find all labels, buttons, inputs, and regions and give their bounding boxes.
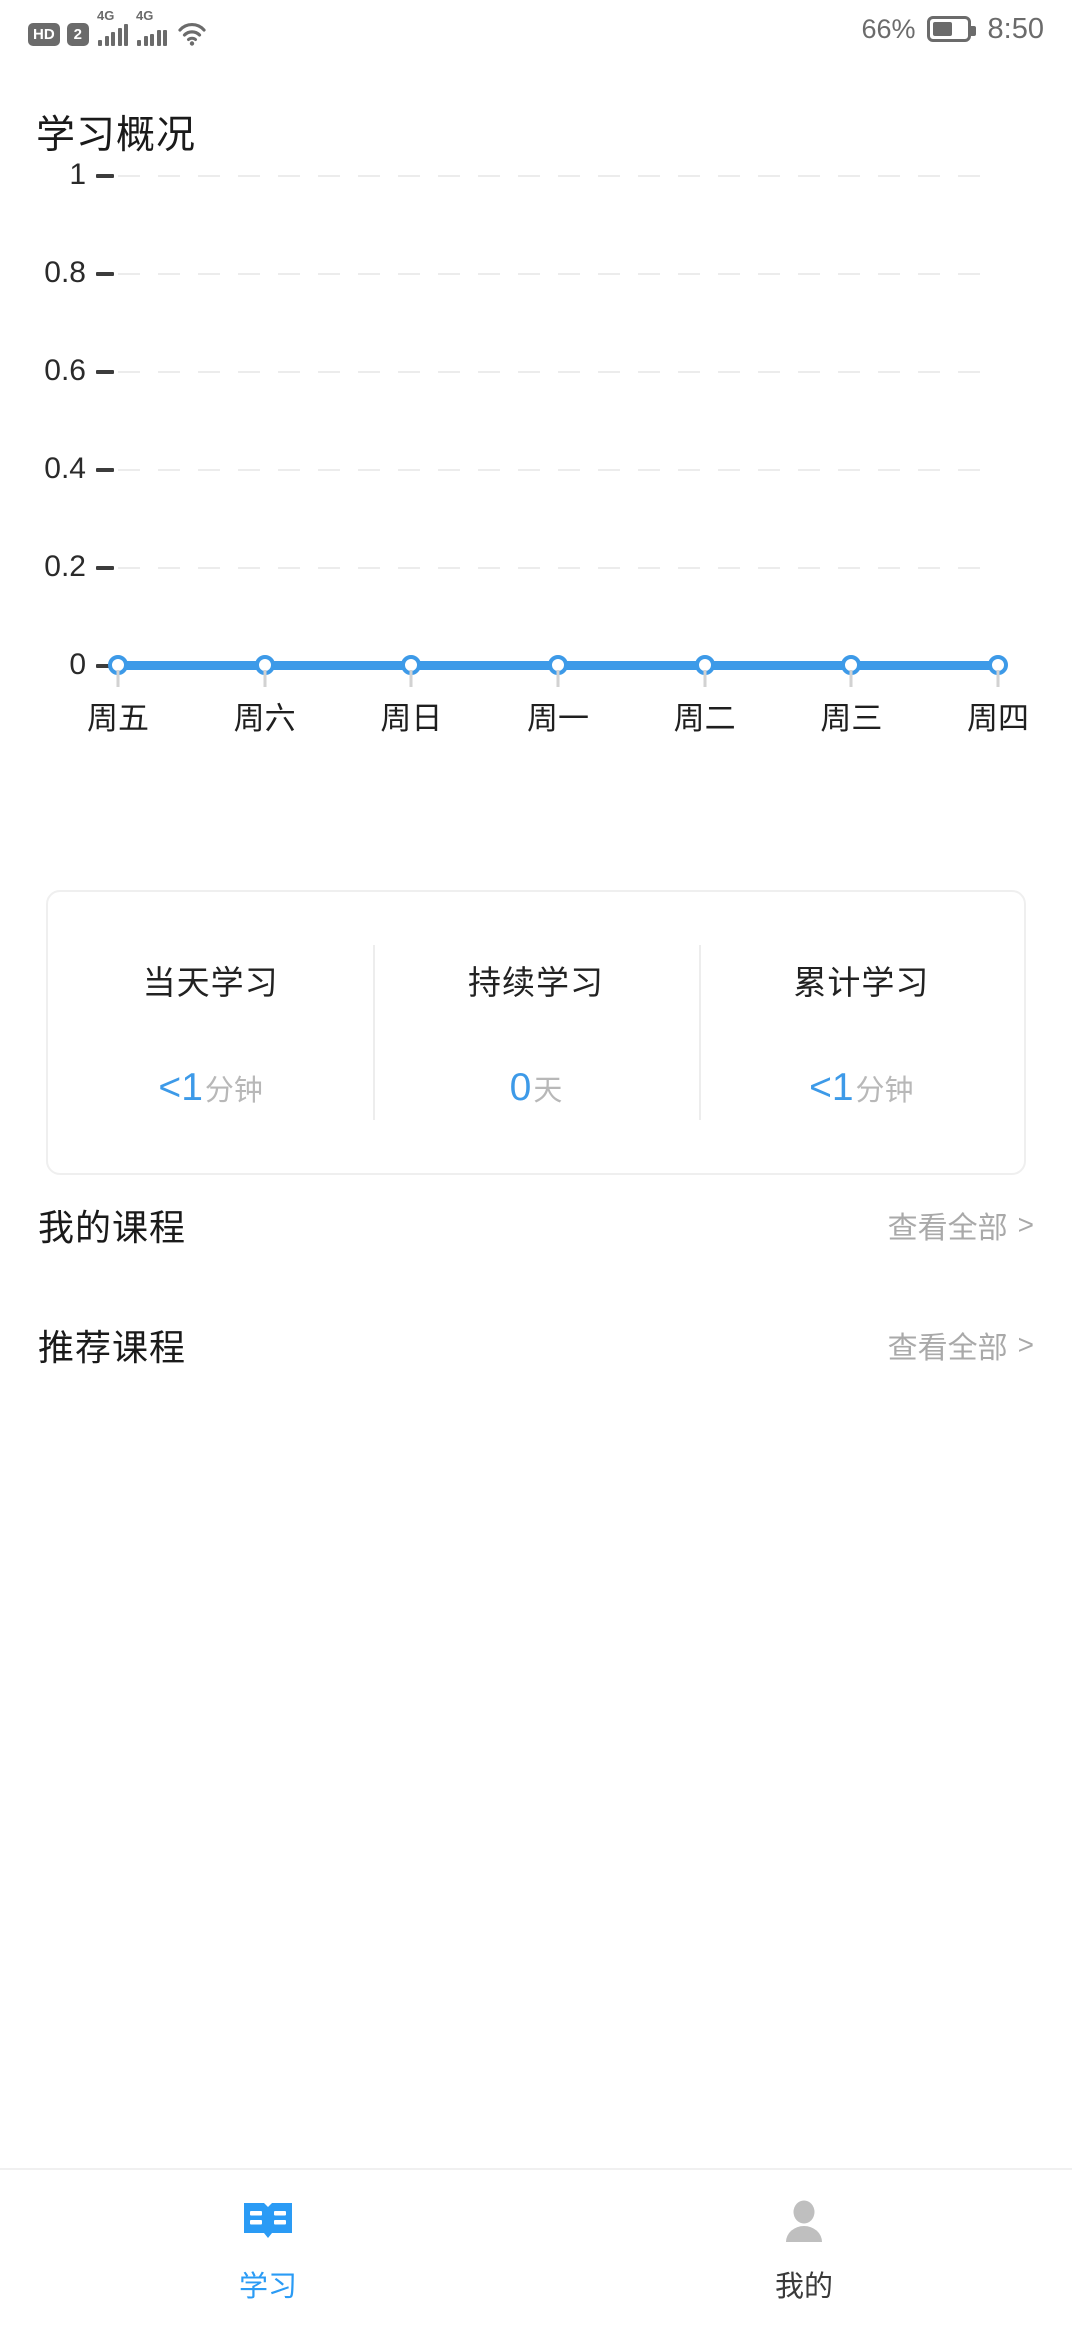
stat-today: 当天学习 <1 分钟: [48, 945, 373, 1120]
x-axis-tick: [263, 670, 267, 687]
section-recommended-courses[interactable]: 推荐课程 查看全部 >: [0, 1315, 1072, 1375]
stat-number: 0: [509, 1065, 532, 1109]
x-axis-label: 周四: [967, 701, 1029, 736]
y-axis-tick: [96, 566, 114, 570]
sim-badge: 2: [66, 23, 90, 46]
tab-study[interactable]: 学习: [0, 2197, 536, 2305]
network-type-label-2: 4G: [136, 8, 154, 23]
page-title: 学习概况: [36, 114, 197, 157]
x-axis-label: 周一: [527, 701, 589, 736]
stat-value: <1 分钟: [809, 1066, 913, 1110]
bottom-tab-bar: 学习 我的: [0, 2168, 1072, 2332]
study-stats-card: 当天学习 <1 分钟 持续学习 0天 累计学习 <1 分钟: [46, 890, 1026, 1175]
battery-percent-label: 66%: [861, 13, 916, 44]
status-bar: HD 2 4G 4G 66% 8:50: [0, 0, 1072, 58]
y-axis-label: 0.4: [44, 452, 86, 485]
chart-gridline: [118, 371, 998, 373]
chart-gridline: [118, 469, 998, 471]
y-axis-label: 0.6: [44, 354, 86, 387]
stat-streak: 持续学习 0天: [373, 945, 698, 1120]
section-my-courses[interactable]: 我的课程 查看全部 >: [0, 1195, 1072, 1255]
x-axis-tick: [849, 670, 853, 687]
hd-badge: HD: [28, 23, 60, 46]
chart-gridline: [118, 175, 998, 177]
y-axis-label: 0: [69, 648, 86, 681]
y-axis-tick: [96, 370, 114, 374]
y-axis-tick: [96, 272, 114, 276]
chevron-right-icon: >: [1017, 1329, 1034, 1360]
study-overview-chart: 1 0.8 0.6 0.4 0.2 0 周五 周六 周日 周一 周二 周三 周四: [0, 158, 1072, 805]
chart-gridline: [118, 273, 998, 275]
y-axis-tick: [96, 174, 114, 178]
y-axis-tick: [96, 468, 114, 472]
open-book-icon: [239, 2197, 297, 2249]
status-bar-left: HD 2 4G 4G: [28, 9, 207, 46]
x-axis-label: 周六: [233, 701, 296, 736]
view-all-link[interactable]: 查看全部 >: [888, 1323, 1034, 1367]
x-axis-tick: [996, 670, 1000, 687]
tab-label: 我的: [774, 2271, 833, 2303]
stat-unit: 分钟: [855, 1074, 914, 1107]
view-all-label: 查看全部: [887, 1332, 1008, 1365]
network-type-label-1: 4G: [97, 8, 115, 23]
section-title: 我的课程: [38, 1207, 187, 1248]
chart-plot-area: 1 0.8 0.6 0.4 0.2 0 周五 周六 周日 周一 周二 周三 周四: [44, 158, 1029, 765]
wifi-icon: [177, 22, 207, 46]
view-all-label: 查看全部: [887, 1212, 1008, 1245]
view-all-link[interactable]: 查看全部 >: [888, 1203, 1034, 1247]
y-axis-label: 0.8: [44, 256, 86, 289]
stat-label: 累计学习: [793, 963, 930, 1001]
chart-gridline: [118, 567, 998, 569]
stat-number: <1: [809, 1065, 854, 1109]
x-axis-label: 周日: [380, 701, 443, 736]
x-axis-tick: [556, 670, 560, 687]
stat-unit: 天: [533, 1074, 563, 1107]
stat-total: 累计学习 <1 分钟: [698, 945, 1024, 1120]
y-axis-label: 0.2: [44, 550, 86, 583]
stat-label: 持续学习: [467, 963, 604, 1001]
stat-unit: 分钟: [204, 1074, 263, 1107]
status-bar-right: 66% 8:50: [862, 13, 1045, 46]
app-screen: HD 2 4G 4G 66% 8:50 学习概况 1 0.8 0.6 0.4 0…: [0, 0, 1072, 2332]
x-axis-label: 周五: [87, 701, 149, 736]
signal-strength-icon-1: 4G: [96, 9, 129, 46]
x-axis-label: 周三: [820, 701, 883, 736]
chevron-right-icon: >: [1017, 1209, 1034, 1240]
person-icon: [775, 2197, 833, 2249]
tab-profile[interactable]: 我的: [536, 2197, 1072, 2305]
signal-bars-2: [137, 24, 168, 46]
clock-label: 8:50: [987, 12, 1044, 45]
signal-strength-icon-2: 4G: [135, 9, 168, 46]
signal-bars-1: [98, 24, 129, 46]
x-axis-tick: [409, 670, 413, 687]
battery-icon: [926, 16, 976, 42]
tab-label: 学习: [238, 2271, 297, 2303]
y-axis-label: 1: [69, 158, 86, 191]
stat-number: <1: [158, 1065, 203, 1109]
stat-label: 当天学习: [142, 963, 279, 1001]
section-title: 推荐课程: [38, 1327, 187, 1368]
x-axis-tick: [116, 670, 120, 687]
x-axis-tick: [703, 670, 707, 687]
stat-value: <1 分钟: [158, 1066, 262, 1110]
stat-value: 0天: [510, 1066, 563, 1110]
x-axis-label: 周二: [673, 701, 736, 736]
